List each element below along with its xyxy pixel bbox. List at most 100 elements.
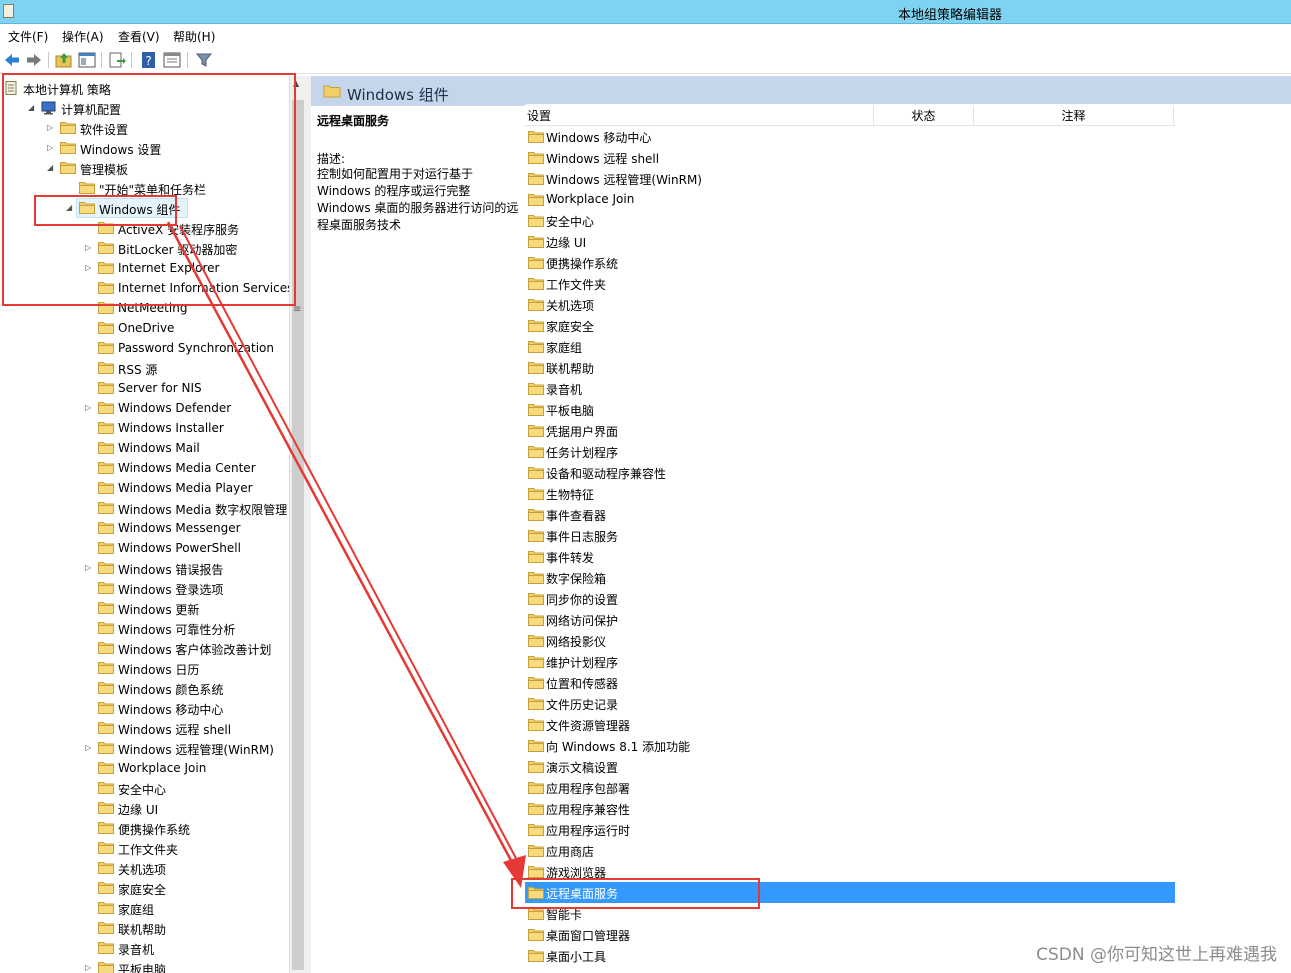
tree-item[interactable]: Windows Installer <box>0 418 290 438</box>
filter-icon[interactable] <box>195 51 213 69</box>
list-item[interactable]: 生物特征 <box>525 483 1175 504</box>
back-icon[interactable] <box>3 51 21 69</box>
tree-item[interactable]: Windows Messenger <box>0 518 290 538</box>
tree-item[interactable]: RSS 源 <box>0 358 290 378</box>
tree-item[interactable]: 家庭组 <box>0 898 290 918</box>
list-item[interactable]: 家庭组 <box>525 336 1175 357</box>
list-item[interactable]: 平板电脑 <box>525 399 1175 420</box>
column-header-comment[interactable]: 注释 <box>974 106 1174 126</box>
list-item-label: 生物特征 <box>546 488 595 502</box>
folder-icon <box>98 621 114 634</box>
list-item[interactable]: Workplace Join <box>525 189 1175 210</box>
menu-action[interactable]: 操作(A) <box>62 28 104 45</box>
tree-item[interactable]: ▷ Windows 远程管理(WinRM) <box>0 738 290 758</box>
list-item[interactable]: Windows 移动中心 <box>525 126 1175 147</box>
tree-item[interactable]: Windows 远程 shell <box>0 718 290 738</box>
list-item[interactable]: 设备和驱动程序兼容性 <box>525 462 1175 483</box>
list-item-label: 应用程序包部署 <box>546 782 631 796</box>
folder-icon <box>98 581 114 594</box>
list-item[interactable]: 事件转发 <box>525 546 1175 567</box>
tree-item[interactable]: ▷ Windows 错误报告 <box>0 558 290 578</box>
tree-item[interactable]: Windows Mail <box>0 438 290 458</box>
tree-item[interactable]: 录音机 <box>0 938 290 958</box>
tree-item-label: 家庭组 <box>118 903 155 917</box>
tree-item[interactable]: ▷ Windows Defender <box>0 398 290 418</box>
tree-item[interactable]: 家庭安全 <box>0 878 290 898</box>
list-item-label: 演示文稿设置 <box>546 761 619 775</box>
menu-view[interactable]: 查看(V) <box>118 28 160 45</box>
tree-item[interactable]: 关机选项 <box>0 858 290 878</box>
tree-item[interactable]: Windows PowerShell <box>0 538 290 558</box>
list-item[interactable]: 文件资源管理器 <box>525 714 1175 735</box>
tree-item[interactable]: Windows Media Player <box>0 478 290 498</box>
column-header-state[interactable]: 状态 <box>874 106 974 126</box>
list-item[interactable]: 家庭安全 <box>525 315 1175 336</box>
list-item[interactable]: 应用程序运行时 <box>525 819 1175 840</box>
list-item[interactable]: Windows 远程管理(WinRM) <box>525 168 1175 189</box>
list-item[interactable]: 事件日志服务 <box>525 525 1175 546</box>
tree-item-label: Windows Installer <box>118 421 224 435</box>
list-item[interactable]: 边缘 UI <box>525 231 1175 252</box>
list-item[interactable]: 凭据用户界面 <box>525 420 1175 441</box>
list-item[interactable]: 向 Windows 8.1 添加功能 <box>525 735 1175 756</box>
list-item[interactable]: 工作文件夹 <box>525 273 1175 294</box>
tree-item[interactable]: Windows 更新 <box>0 598 290 618</box>
list-item[interactable]: 联机帮助 <box>525 357 1175 378</box>
show-hide-tree-icon[interactable] <box>78 51 96 69</box>
column-headers: 设置 状态 注释 <box>525 106 1175 126</box>
list-item[interactable]: 事件查看器 <box>525 504 1175 525</box>
tree-item[interactable]: Windows 可靠性分析 <box>0 618 290 638</box>
collapsed-arrow-icon[interactable]: ▷ <box>85 963 94 973</box>
list-item[interactable]: 应用程序包部署 <box>525 777 1175 798</box>
tree-item[interactable]: Windows 客户体验改善计划 <box>0 638 290 658</box>
menu-file[interactable]: 文件(F) <box>8 28 48 45</box>
tree-item[interactable]: Windows 颜色系统 <box>0 678 290 698</box>
details-header-title: Windows 组件 <box>347 86 449 104</box>
tree-item[interactable]: 便携操作系统 <box>0 818 290 838</box>
tree-item[interactable]: Windows Media Center <box>0 458 290 478</box>
properties-icon[interactable] <box>163 51 181 69</box>
tree-item[interactable]: Password Synchronization <box>0 338 290 358</box>
list-item[interactable]: 同步你的设置 <box>525 588 1175 609</box>
list-item[interactable]: 任务计划程序 <box>525 441 1175 462</box>
collapsed-arrow-icon[interactable]: ▷ <box>85 743 94 753</box>
tree-item[interactable]: Server for NIS <box>0 378 290 398</box>
list-item[interactable]: 数字保险箱 <box>525 567 1175 588</box>
forward-icon[interactable] <box>25 51 43 69</box>
list-item[interactable]: 录音机 <box>525 378 1175 399</box>
tree-item[interactable]: 边缘 UI <box>0 798 290 818</box>
tree-item[interactable]: 联机帮助 <box>0 918 290 938</box>
help-icon[interactable]: ? <box>140 51 158 69</box>
list-item[interactable]: 便携操作系统 <box>525 252 1175 273</box>
tree-item[interactable]: Windows Media 数字权限管理 <box>0 498 290 518</box>
tree-item[interactable]: OneDrive <box>0 318 290 338</box>
folder-icon <box>528 718 544 731</box>
up-folder-icon[interactable] <box>55 51 73 69</box>
list-item[interactable]: 关机选项 <box>525 294 1175 315</box>
list-item[interactable]: 安全中心 <box>525 210 1175 231</box>
collapsed-arrow-icon[interactable]: ▷ <box>85 563 94 573</box>
list-item[interactable]: 位置和传感器 <box>525 672 1175 693</box>
list-item-label: 录音机 <box>546 383 583 397</box>
list-item[interactable]: 维护计划程序 <box>525 651 1175 672</box>
folder-icon <box>98 881 114 894</box>
tree-item[interactable]: Windows 登录选项 <box>0 578 290 598</box>
list-item[interactable]: 演示文稿设置 <box>525 756 1175 777</box>
column-header-setting[interactable]: 设置 <box>525 106 874 126</box>
list-item[interactable]: 应用商店 <box>525 840 1175 861</box>
tree-item[interactable]: Windows 日历 <box>0 658 290 678</box>
tree-item[interactable]: 工作文件夹 <box>0 838 290 858</box>
list-item[interactable]: Windows 远程 shell <box>525 147 1175 168</box>
collapsed-arrow-icon[interactable]: ▷ <box>85 403 94 413</box>
list-item[interactable]: 网络投影仪 <box>525 630 1175 651</box>
list-item[interactable]: 应用程序兼容性 <box>525 798 1175 819</box>
list-item[interactable]: 文件历史记录 <box>525 693 1175 714</box>
menu-help[interactable]: 帮助(H) <box>173 28 215 45</box>
folder-icon <box>98 441 114 454</box>
tree-item[interactable]: Windows 移动中心 <box>0 698 290 718</box>
list-item[interactable]: 网络访问保护 <box>525 609 1175 630</box>
tree-item[interactable]: Workplace Join <box>0 758 290 778</box>
tree-item[interactable]: 安全中心 <box>0 778 290 798</box>
tree-item[interactable]: ▷ 平板电脑 <box>0 958 290 973</box>
export-list-icon[interactable] <box>108 51 126 69</box>
